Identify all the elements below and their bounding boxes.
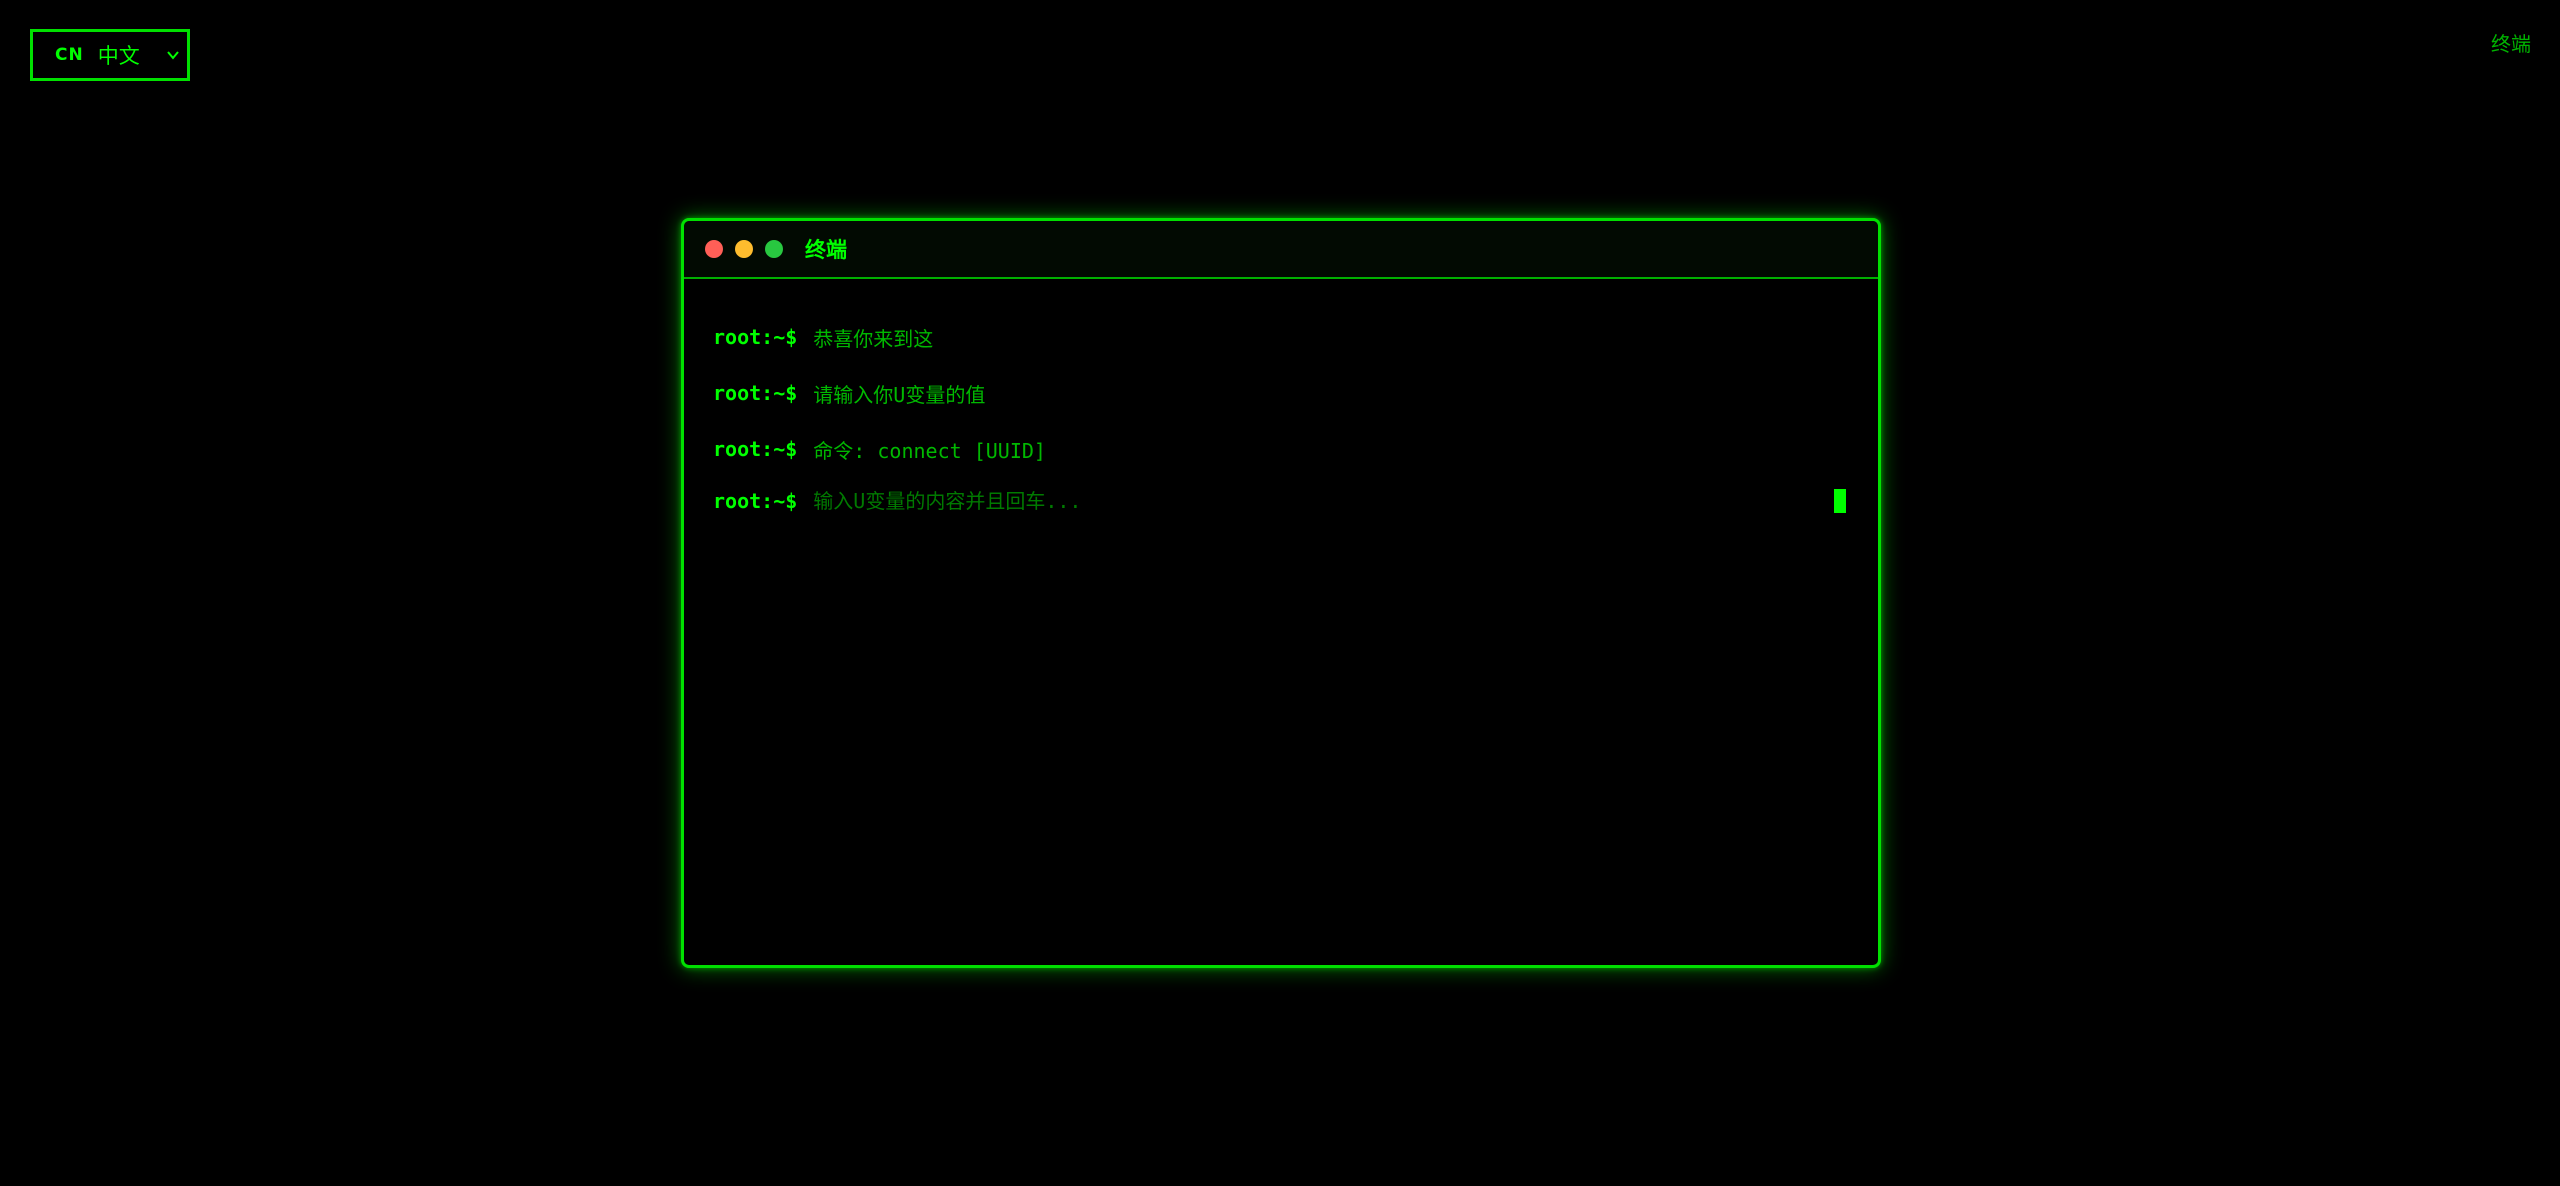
- terminal-line: root:~$ 恭喜你来到这: [713, 309, 1849, 365]
- terminal-body: root:~$ 恭喜你来到这 root:~$ 请输入你U变量的值 root:~$…: [684, 279, 1878, 525]
- terminal-line: root:~$ 命令: connect [UUID]: [713, 421, 1849, 477]
- terminal-line: root:~$ 请输入你U变量的值: [713, 365, 1849, 421]
- terminal-input-line: root:~$: [713, 477, 1849, 525]
- terminal-title: 终端: [805, 238, 847, 262]
- terminal-window: 终端 root:~$ 恭喜你来到这 root:~$ 请输入你U变量的值 root…: [681, 218, 1881, 968]
- prompt: root:~$: [713, 381, 798, 405]
- terminal-message: 命令: connect [UUID]: [813, 438, 1046, 463]
- prompt: root:~$: [713, 437, 798, 461]
- prompt: root:~$: [713, 489, 798, 513]
- terminal-message: 恭喜你来到这: [813, 326, 934, 351]
- terminal-titlebar: 终端: [684, 221, 1878, 279]
- terminal-link[interactable]: 终端: [2491, 28, 2531, 57]
- cn-flag-icon: CN: [55, 45, 84, 65]
- chevron-down-icon: [167, 51, 179, 60]
- cursor-block: [1834, 489, 1846, 513]
- maximize-dot-icon[interactable]: [765, 240, 783, 258]
- close-dot-icon[interactable]: [705, 240, 723, 258]
- uuid-input[interactable]: [813, 489, 1834, 513]
- terminal-message: 请输入你U变量的值: [813, 382, 986, 407]
- language-label: 中文: [97, 44, 140, 68]
- language-select[interactable]: CN 中文: [30, 29, 190, 81]
- prompt: root:~$: [713, 325, 798, 349]
- minimize-dot-icon[interactable]: [735, 240, 753, 258]
